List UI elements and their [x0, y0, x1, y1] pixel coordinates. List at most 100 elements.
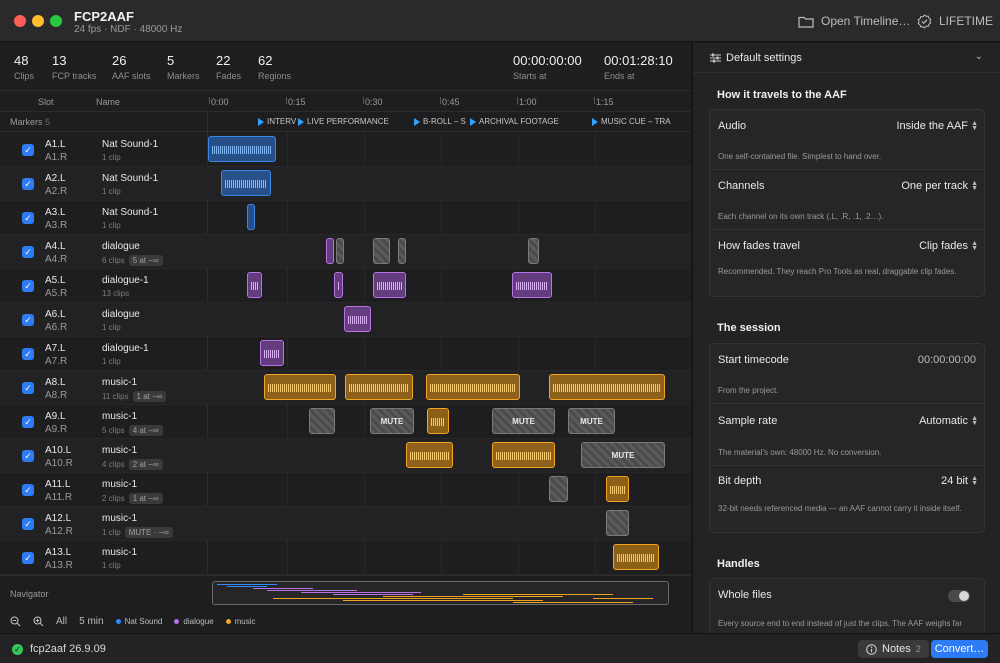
- track-enable-checkbox[interactable]: ✓: [22, 450, 34, 462]
- marker-b-roll[interactable]: B-ROLL – S: [414, 117, 466, 126]
- convert-button[interactable]: Convert…: [931, 640, 988, 658]
- muted-clip[interactable]: [549, 476, 568, 502]
- track-row[interactable]: ✓ A8.L A8.R music-1 11 clips 1 at −∞: [0, 371, 691, 405]
- track-lane[interactable]: [208, 201, 670, 235]
- audio-clip[interactable]: [606, 476, 629, 502]
- name-column-header[interactable]: Name: [96, 97, 120, 107]
- muted-clip[interactable]: MUTE: [568, 408, 615, 434]
- track-lane[interactable]: [208, 303, 670, 337]
- whole-files-setting[interactable]: Whole files: [710, 581, 984, 609]
- zoom-5min-button[interactable]: 5 min: [79, 616, 103, 627]
- notes-button[interactable]: Notes 2: [858, 640, 929, 658]
- bit-depth-setting[interactable]: Bit depth 24 bit ▲ ▼: [710, 467, 984, 495]
- track-lane[interactable]: [208, 371, 670, 405]
- audio-clip[interactable]: [260, 340, 284, 366]
- track-enable-checkbox[interactable]: ✓: [22, 246, 34, 258]
- muted-clip[interactable]: [336, 238, 344, 264]
- track-row[interactable]: ✓ A11.L A11.R music-1 2 clips 1 at −∞: [0, 473, 691, 507]
- channels-setting[interactable]: Channels One per track ▲ ▼: [710, 172, 984, 200]
- audio-clip[interactable]: [427, 408, 449, 434]
- track-row[interactable]: ✓ A6.L A6.R dialogue 1 clip: [0, 303, 691, 337]
- audio-clip[interactable]: [221, 170, 271, 196]
- channels-select[interactable]: One per track: [901, 180, 968, 192]
- fades-select[interactable]: Clip fades: [919, 240, 968, 252]
- track-lane[interactable]: [208, 507, 670, 541]
- track-lane[interactable]: MUTE MUTE MUTE: [208, 405, 670, 439]
- bit-depth-select[interactable]: 24 bit: [941, 475, 968, 487]
- audio-clip[interactable]: [345, 374, 413, 400]
- zoom-in-icon[interactable]: [33, 616, 44, 627]
- track-enable-checkbox[interactable]: ✓: [22, 518, 34, 530]
- track-row[interactable]: ✓ A12.L A12.R music-1 1 clip MUTE · −∞: [0, 507, 691, 541]
- marker-interview[interactable]: INTERV: [258, 117, 296, 126]
- track-lane[interactable]: [208, 541, 670, 575]
- muted-clip[interactable]: [373, 238, 390, 264]
- track-row[interactable]: ✓ A3.L A3.R Nat Sound-1 1 clip: [0, 201, 691, 235]
- track-row[interactable]: ✓ A1.L A1.R Nat Sound-1 1 clip: [0, 133, 691, 167]
- muted-clip[interactable]: [528, 238, 539, 264]
- open-timeline-button[interactable]: Open Timeline…: [798, 12, 910, 30]
- audio-setting[interactable]: Audio Inside the AAF ▲ ▼: [710, 112, 984, 140]
- track-row[interactable]: ✓ A7.L A7.R dialogue-1 1 clip: [0, 337, 691, 371]
- track-row[interactable]: ✓ A4.L A4.R dialogue 6 clips 5 at −∞: [0, 235, 691, 269]
- track-enable-checkbox[interactable]: ✓: [22, 212, 34, 224]
- track-lane[interactable]: [208, 235, 670, 269]
- track-row[interactable]: ✓ A5.L A5.R dialogue-1 13 clips: [0, 269, 691, 303]
- track-lane[interactable]: [208, 269, 670, 303]
- license-badge[interactable]: LIFETIME: [917, 12, 993, 30]
- audio-clip[interactable]: [492, 442, 555, 468]
- track-enable-checkbox[interactable]: ✓: [22, 280, 34, 292]
- audio-clip[interactable]: [247, 204, 255, 230]
- track-enable-checkbox[interactable]: ✓: [22, 178, 34, 190]
- muted-clip[interactable]: MUTE: [581, 442, 665, 468]
- slot-column-header[interactable]: Slot: [38, 97, 54, 107]
- marker-music-cue[interactable]: MUSIC CUE – TRA: [592, 117, 671, 126]
- track-enable-checkbox[interactable]: ✓: [22, 382, 34, 394]
- track-row[interactable]: ✓ A13.L A13.R music-1 1 clip: [0, 541, 691, 575]
- audio-clip[interactable]: [344, 306, 371, 332]
- muted-clip[interactable]: [606, 510, 629, 536]
- audio-clip[interactable]: [426, 374, 520, 400]
- audio-clip[interactable]: [208, 136, 276, 162]
- track-lane[interactable]: [208, 167, 670, 201]
- zoom-out-icon[interactable]: [10, 616, 21, 627]
- muted-clip[interactable]: [309, 408, 335, 434]
- track-row[interactable]: ✓ A9.L A9.R music-1 5 clips 4 at −∞ MUTE MUTE MU…: [0, 405, 691, 439]
- marker-archival-footage[interactable]: ARCHIVAL FOOTAGE: [470, 117, 559, 126]
- track-row[interactable]: ✓ A10.L A10.R music-1 4 clips 2 at −∞ MUTE: [0, 439, 691, 473]
- track-lane[interactable]: [208, 337, 670, 371]
- start-timecode-setting[interactable]: Start timecode 00:00:00:00: [710, 346, 984, 374]
- track-enable-checkbox[interactable]: ✓: [22, 552, 34, 564]
- track-lane[interactable]: MUTE: [208, 439, 670, 473]
- start-timecode-field[interactable]: 00:00:00:00: [918, 354, 976, 366]
- audio-clip[interactable]: [264, 374, 336, 400]
- audio-clip[interactable]: [334, 272, 343, 298]
- audio-clip[interactable]: [549, 374, 665, 400]
- track-enable-checkbox[interactable]: ✓: [22, 416, 34, 428]
- track-lane[interactable]: [208, 133, 670, 167]
- audio-clip[interactable]: [406, 442, 453, 468]
- audio-clip[interactable]: [326, 238, 334, 264]
- muted-clip[interactable]: MUTE: [370, 408, 414, 434]
- audio-clip[interactable]: [373, 272, 406, 298]
- audio-select[interactable]: Inside the AAF: [896, 120, 968, 132]
- track-enable-checkbox[interactable]: ✓: [22, 484, 34, 496]
- audio-clip[interactable]: [613, 544, 659, 570]
- settings-preset-selector[interactable]: Default settings ⌄: [693, 43, 1000, 73]
- zoom-window-button[interactable]: [50, 15, 62, 27]
- track-enable-checkbox[interactable]: ✓: [22, 348, 34, 360]
- audio-clip[interactable]: [247, 272, 262, 298]
- zoom-all-button[interactable]: All: [56, 616, 67, 627]
- navigator-overview[interactable]: [212, 581, 669, 605]
- minimize-window-button[interactable]: [32, 15, 44, 27]
- close-window-button[interactable]: [14, 15, 26, 27]
- muted-clip[interactable]: MUTE: [492, 408, 555, 434]
- track-enable-checkbox[interactable]: ✓: [22, 314, 34, 326]
- sample-rate-setting[interactable]: Sample rate Automatic ▲ ▼: [710, 407, 984, 435]
- audio-clip[interactable]: [512, 272, 552, 298]
- track-enable-checkbox[interactable]: ✓: [22, 144, 34, 156]
- marker-live-performance[interactable]: LIVE PERFORMANCE: [298, 117, 389, 126]
- track-lane[interactable]: [208, 473, 670, 507]
- fades-setting[interactable]: How fades travel Clip fades ▲ ▼: [710, 232, 984, 260]
- whole-files-toggle[interactable]: [948, 590, 970, 602]
